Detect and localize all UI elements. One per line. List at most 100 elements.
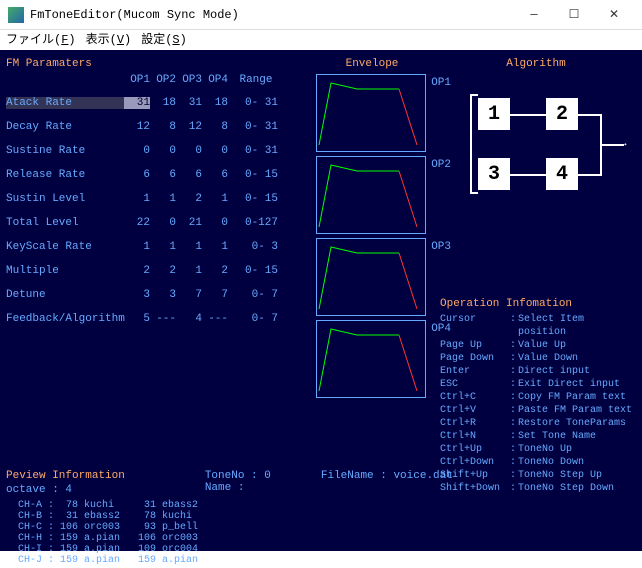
param-value[interactable]: --- bbox=[202, 313, 228, 325]
param-value[interactable]: 6 bbox=[150, 169, 176, 181]
param-label: Sustin Level bbox=[6, 193, 124, 205]
param-header: OP1 OP2 OP3 OP4 Range bbox=[6, 74, 312, 86]
param-label: Feedback/Algorithm bbox=[6, 313, 124, 325]
param-value[interactable]: 1 bbox=[124, 193, 150, 205]
param-row-0[interactable]: Atack Rate311831180- 31 bbox=[6, 96, 312, 110]
param-range: 0-127 bbox=[228, 217, 284, 229]
opinfo-row: Page Up:Value Up bbox=[440, 339, 636, 352]
param-value[interactable]: 1 bbox=[202, 193, 228, 205]
param-row-8[interactable]: Detune33770- 7 bbox=[6, 288, 312, 302]
menu-settings[interactable]: 設定(S) bbox=[141, 30, 187, 50]
opinfo-row: Enter:Direct input bbox=[440, 365, 636, 378]
param-value[interactable]: 8 bbox=[150, 121, 176, 133]
preview-name: Name : bbox=[205, 482, 271, 494]
param-label: Detune bbox=[6, 289, 124, 301]
algorithm-title: Algorithm bbox=[440, 58, 632, 70]
opinfo-row: Ctrl+Down:ToneNo Down bbox=[440, 456, 636, 469]
maximize-button[interactable]: ☐ bbox=[554, 1, 594, 29]
param-row-6[interactable]: KeyScale Rate11110- 3 bbox=[6, 240, 312, 254]
param-value[interactable]: 0 bbox=[202, 217, 228, 229]
menu-view[interactable]: 表示(V) bbox=[86, 30, 132, 50]
channel-list: CH-A : 78 kuchi 31 ebass2 CH-B : 31 ebas… bbox=[6, 500, 636, 566]
alg-node-1: 1 bbox=[478, 98, 510, 130]
param-label: Multiple bbox=[6, 265, 124, 277]
param-value[interactable]: 2 bbox=[202, 265, 228, 277]
algorithm-panel: Algorithm bbox=[440, 58, 632, 72]
param-value[interactable]: 2 bbox=[176, 193, 202, 205]
param-value[interactable]: 1 bbox=[176, 265, 202, 277]
param-value[interactable]: 6 bbox=[202, 169, 228, 181]
opinfo-row: Ctrl+Up:ToneNo Up bbox=[440, 443, 636, 456]
preview-panel: Peview Information octave : 4 ToneNo : 0… bbox=[6, 470, 636, 566]
param-value[interactable]: 22 bbox=[124, 217, 150, 229]
preview-title: Peview Information bbox=[6, 470, 125, 482]
param-value[interactable]: 1 bbox=[150, 193, 176, 205]
param-value[interactable]: 31 bbox=[176, 97, 202, 109]
minimize-button[interactable]: ─ bbox=[514, 1, 554, 29]
param-range: 0- 31 bbox=[228, 145, 284, 157]
param-value[interactable]: 1 bbox=[150, 241, 176, 253]
param-value[interactable]: 2 bbox=[150, 265, 176, 277]
param-value[interactable]: 18 bbox=[202, 97, 228, 109]
opinfo-row: Page Down:Value Down bbox=[440, 352, 636, 365]
alg-node-3: 3 bbox=[478, 158, 510, 190]
opinfo-title: Operation Infomation bbox=[440, 298, 636, 311]
param-range: 0- 7 bbox=[228, 313, 284, 325]
param-value[interactable]: --- bbox=[150, 313, 176, 325]
opinfo-row: Ctrl+V:Paste FM Param text bbox=[440, 404, 636, 417]
param-value[interactable]: 3 bbox=[124, 289, 150, 301]
envelope-op1: OP1 bbox=[316, 74, 426, 152]
param-value[interactable]: 1 bbox=[124, 241, 150, 253]
param-value[interactable]: 0 bbox=[176, 145, 202, 157]
param-value[interactable]: 0 bbox=[202, 145, 228, 157]
param-value[interactable]: 12 bbox=[176, 121, 202, 133]
param-value[interactable]: 18 bbox=[150, 97, 176, 109]
param-value[interactable]: 6 bbox=[124, 169, 150, 181]
opinfo-row: Ctrl+N:Set Tone Name bbox=[440, 430, 636, 443]
param-value[interactable]: 3 bbox=[150, 289, 176, 301]
param-value[interactable]: 8 bbox=[202, 121, 228, 133]
param-value[interactable]: 1 bbox=[202, 241, 228, 253]
menu-file[interactable]: ファイル(F) bbox=[6, 30, 76, 50]
param-label: Total Level bbox=[6, 217, 124, 229]
param-value[interactable]: 0 bbox=[150, 217, 176, 229]
param-value[interactable]: 4 bbox=[176, 313, 202, 325]
param-value[interactable]: 0 bbox=[150, 145, 176, 157]
envelope-op2: OP2 bbox=[316, 156, 426, 234]
param-value[interactable]: 5 bbox=[124, 313, 150, 325]
param-row-5[interactable]: Total Level2202100-127 bbox=[6, 216, 312, 230]
param-value[interactable]: 0 bbox=[124, 145, 150, 157]
preview-filename: FileName : voice.dat bbox=[321, 470, 453, 482]
envelope-label: OP2 bbox=[431, 159, 451, 171]
envelope-op4: OP4 bbox=[316, 320, 426, 398]
preview-octave: octave : 4 bbox=[6, 484, 125, 496]
param-value[interactable]: 21 bbox=[176, 217, 202, 229]
param-value[interactable]: 7 bbox=[202, 289, 228, 301]
opinfo-row: Cursor:Select Item position bbox=[440, 313, 636, 339]
param-row-4[interactable]: Sustin Level11210- 15 bbox=[6, 192, 312, 206]
opinfo-row: ESC:Exit Direct input bbox=[440, 378, 636, 391]
close-button[interactable]: ✕ bbox=[594, 1, 634, 29]
app-icon bbox=[8, 7, 24, 23]
param-row-9[interactable]: Feedback/Algorithm5---4---0- 7 bbox=[6, 312, 312, 326]
param-row-3[interactable]: Release Rate66660- 15 bbox=[6, 168, 312, 182]
param-value[interactable]: 31 bbox=[124, 97, 150, 109]
titlebar: FmToneEditor(Mucom Sync Mode) ─ ☐ ✕ bbox=[0, 0, 642, 30]
param-value[interactable]: 2 bbox=[124, 265, 150, 277]
param-row-1[interactable]: Decay Rate1281280- 31 bbox=[6, 120, 312, 134]
param-row-7[interactable]: Multiple22120- 15 bbox=[6, 264, 312, 278]
param-range: 0- 15 bbox=[228, 265, 284, 277]
envelope-label: OP1 bbox=[431, 77, 451, 89]
param-value[interactable]: 6 bbox=[176, 169, 202, 181]
envelope-panel: Envelope OP1OP2OP3OP4 bbox=[316, 58, 428, 398]
alg-node-2: 2 bbox=[546, 98, 578, 130]
fm-parameters-panel: FM Paramaters OP1 OP2 OP3 OP4 Range Atac… bbox=[6, 58, 312, 326]
param-range: 0- 15 bbox=[228, 169, 284, 181]
param-row-2[interactable]: Sustine Rate00000- 31 bbox=[6, 144, 312, 158]
envelope-op3: OP3 bbox=[316, 238, 426, 316]
param-value[interactable]: 1 bbox=[176, 241, 202, 253]
param-range: 0- 31 bbox=[228, 121, 284, 133]
param-range: 0- 31 bbox=[228, 97, 284, 109]
param-value[interactable]: 12 bbox=[124, 121, 150, 133]
param-value[interactable]: 7 bbox=[176, 289, 202, 301]
